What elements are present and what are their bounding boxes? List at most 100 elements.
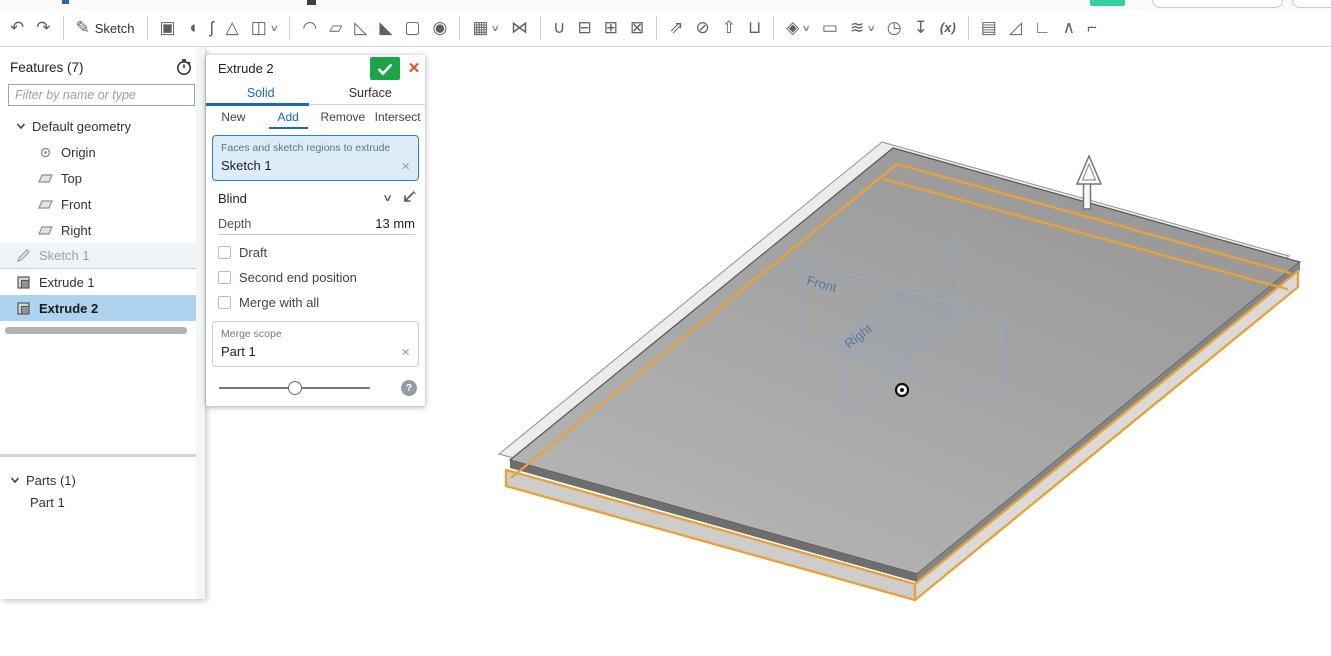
chamfer-icon: ▱ [329,18,343,37]
clear-selection-icon[interactable]: × [401,159,410,174]
origin-marker[interactable] [894,382,910,398]
helix-dropdown-icon[interactable]: ∨ [867,23,876,34]
sweep-tool-button[interactable]: ʃ [204,13,220,43]
toolbar-divider [146,16,148,40]
transform-tool-button[interactable]: ⊞ [598,13,624,43]
tree-item-extrude-1[interactable]: Extrude 1 [0,269,205,295]
faces-selection-box[interactable]: Faces and sketch regions to extrude Sket… [212,135,419,181]
second-end-position-checkbox-row[interactable]: Second end position [218,270,413,285]
chevron-down-icon[interactable] [16,121,26,131]
delete-face-tool-button[interactable]: ⊘ [689,13,715,43]
tree-item-default-geometry[interactable]: Default geometry [0,113,205,139]
sheet-metal-tool-button[interactable]: ▤ [975,13,1003,43]
parts-item-part-1[interactable]: Part 1 [10,491,205,513]
help-button[interactable]: ? [401,380,417,396]
helix-tool-button[interactable]: ≋ ∨ [844,13,881,43]
fold-icon: ∧ [1062,18,1076,37]
undo-tool-button[interactable]: ↶ [4,13,30,43]
mirror-tool-button[interactable]: ⋈ [505,13,534,43]
shell-tool-button[interactable]: ▢ [398,13,426,43]
thicken-tool-button[interactable]: ◫ ∨ [245,13,284,43]
tree-item-origin[interactable]: Origin [0,139,205,165]
linear-pattern-tool-button[interactable]: ▦ ∨ [466,13,505,43]
draft-checkbox-row[interactable]: Draft [218,245,413,260]
rib-tool-button[interactable]: ◣ [373,13,398,43]
end-condition-dropdown[interactable]: Blind [218,191,384,206]
fill-surface-icon: ◈ [786,18,800,37]
merge-with-all-checkbox[interactable] [218,296,231,309]
flange-tool-button[interactable]: ∟ [1028,13,1057,43]
move-face-tool-button[interactable]: ⇗ [663,13,689,43]
question-icon: ? [405,381,413,394]
tree-item-front-plane[interactable]: Front [0,191,205,217]
body-type-tabs: Solid Surface [206,82,426,106]
routing-tool-button[interactable]: ⌐ [1081,13,1103,43]
fill-surface-tool-button[interactable]: ◈ ∨ [780,13,816,43]
cancel-button[interactable]: ✕ [403,57,425,80]
revolve-tool-button[interactable]: ◖ [182,13,204,43]
bend-tool-button[interactable]: ◿ [1003,13,1028,43]
fillet-tool-button[interactable]: ◠ [296,13,323,43]
fill-surface-dropdown-icon[interactable]: ∨ [802,23,811,34]
parts-header[interactable]: Parts (1) [10,469,205,491]
depth-field[interactable]: Depth 13 mm [218,216,415,235]
share-button-fragment[interactable] [1090,0,1125,6]
revision-history-tool-button[interactable]: ◷ [881,13,908,43]
clear-merge-scope-icon[interactable]: × [401,345,410,360]
offset-surface-icon: ⊔ [747,18,762,37]
fold-tool-button[interactable]: ∧ [1057,13,1081,43]
preview-opacity-slider[interactable] [219,381,370,395]
tree-item-top-plane[interactable]: Top [0,165,205,191]
variable-tool-button[interactable]: (x) [934,13,962,43]
op-remove[interactable]: Remove [316,105,371,129]
import-tool-button[interactable]: ↧ [908,13,934,43]
tree-item-extrude-2[interactable]: Extrude 2 [0,295,205,321]
draft-tool-button[interactable]: ◺ [348,13,373,43]
loft-tool-button[interactable]: △ [220,13,245,43]
transform-icon: ⊞ [603,18,618,37]
origin-icon [40,147,51,157]
tree-item-sketch-1[interactable]: Sketch 1 [0,243,205,269]
chamfer-tool-button[interactable]: ▱ [323,13,348,43]
features-scrollbar-track[interactable] [196,47,205,599]
linear-pattern-dropdown-icon[interactable]: ∨ [491,23,500,34]
chevron-down-icon[interactable] [10,475,20,485]
op-new[interactable]: New [206,105,261,129]
sweep-icon: ʃ [209,18,214,37]
boolean-tool-button[interactable]: ∪ [547,13,571,43]
flip-direction-button[interactable] [399,190,417,206]
merge-with-all-checkbox-row[interactable]: Merge with all [218,295,413,310]
rollback-timer-icon[interactable] [175,58,193,76]
model-part[interactable] [497,141,1302,602]
dialog-title: Extrude 2 [218,61,274,76]
draft-checkbox[interactable] [218,246,231,259]
second-end-position-checkbox[interactable] [218,271,231,284]
toolbar-divider [967,16,969,40]
confirm-button[interactable] [370,57,400,80]
depth-input[interactable]: 13 mm [375,216,415,231]
replace-face-tool-button[interactable]: ⇧ [716,13,742,43]
tree-item-right-plane[interactable]: Right [0,217,205,243]
op-intersect[interactable]: Intersect [370,105,425,129]
help-box-fragment[interactable] [1292,0,1331,8]
offset-surface-tool-button[interactable]: ⊔ [742,13,767,43]
plane-tool-button[interactable]: ▭ [816,13,844,43]
merge-scope-box[interactable]: Merge scope Part 1 × [212,321,419,367]
features-horizontal-scrollbar[interactable] [5,327,187,334]
delete-part-tool-button[interactable]: ⊠ [624,13,650,43]
op-add[interactable]: Add [261,105,316,129]
hole-tool-button[interactable]: ◉ [427,13,454,43]
slider-knob[interactable] [287,381,302,395]
dropdown-caret-icon[interactable]: ∨ [382,193,393,204]
thicken-dropdown-icon[interactable]: ∨ [269,23,278,34]
plane-icon: ▭ [821,18,838,37]
features-filter-input[interactable] [8,84,195,106]
split-tool-button[interactable]: ⊟ [571,13,597,43]
tab-solid[interactable]: Solid [206,82,316,104]
redo-tool-button[interactable]: ↷ [30,13,56,43]
tab-indicator-fragment [62,0,69,4]
search-box-fragment[interactable] [1152,0,1283,8]
extrude-tool-button[interactable]: ▣ [154,13,182,43]
sketch-tool-button[interactable]: ✎ Sketch [70,13,141,43]
tab-surface[interactable]: Surface [316,82,426,104]
